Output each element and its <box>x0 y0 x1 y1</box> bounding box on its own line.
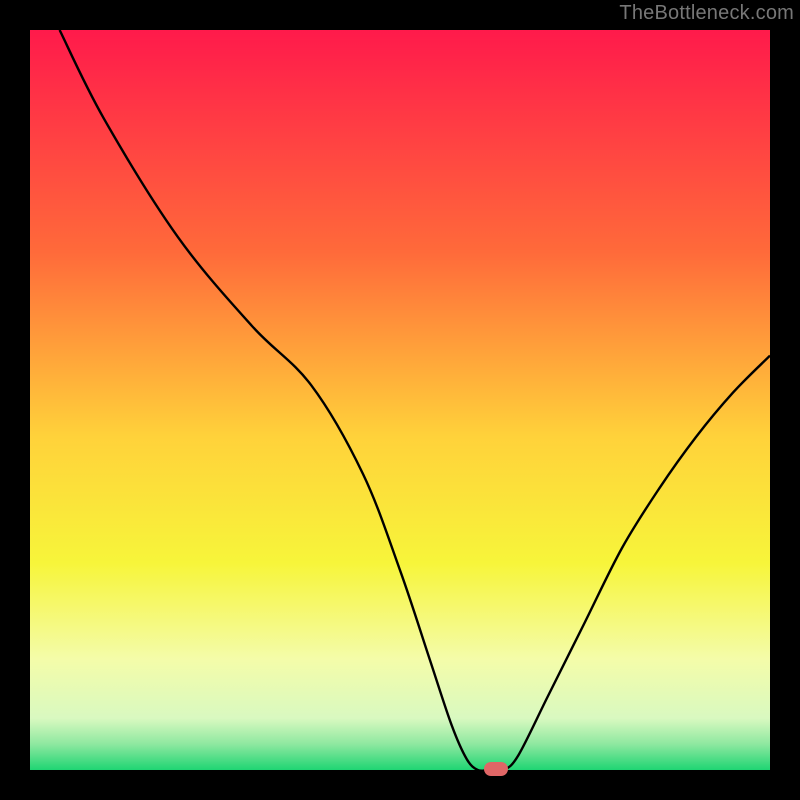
plot-area <box>30 30 770 770</box>
watermark-text: TheBottleneck.com <box>619 2 794 25</box>
minimum-marker <box>484 762 508 776</box>
plot-svg <box>30 30 770 770</box>
chart-frame: TheBottleneck.com <box>0 0 800 800</box>
gradient-background <box>30 30 770 770</box>
